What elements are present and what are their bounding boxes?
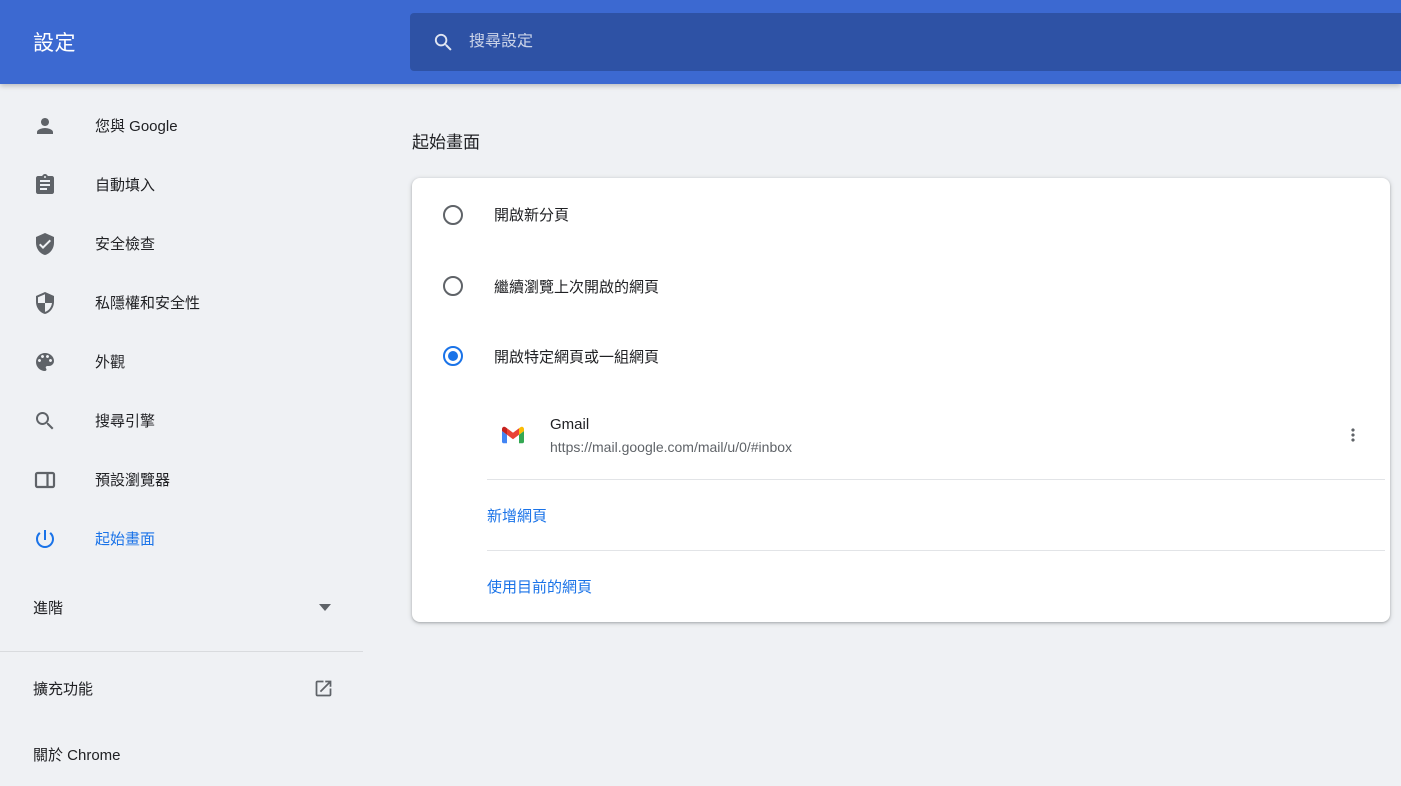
person-icon	[33, 114, 57, 138]
page-title: 設定	[33, 0, 76, 84]
sidebar-item-autofill[interactable]: 自動填入	[0, 155, 363, 214]
startup-option-new-tab[interactable]: 開啟新分頁	[412, 178, 1390, 251]
startup-settings-card: 開啟新分頁 繼續瀏覽上次開啟的網頁 開啟特定網頁或一組網頁 Gmail	[412, 178, 1390, 622]
shield-icon	[33, 291, 57, 315]
palette-icon	[33, 350, 57, 374]
option-label: 繼續瀏覽上次開啟的網頁	[494, 276, 659, 297]
radio-unselected-icon[interactable]	[443, 276, 463, 296]
sidebar-item-safety-check[interactable]: 安全檢查	[0, 214, 363, 273]
radio-unselected-icon[interactable]	[443, 205, 463, 225]
startup-option-specific-pages[interactable]: 開啟特定網頁或一組網頁	[412, 321, 1390, 391]
open-in-new-icon	[313, 678, 334, 699]
sidebar-item-label: 擴充功能	[33, 678, 93, 699]
search-box[interactable]	[410, 13, 1401, 71]
add-page-row: 新增網頁	[412, 480, 1390, 550]
search-input[interactable]	[469, 33, 1381, 51]
section-title: 起始畫面	[412, 128, 480, 153]
radio-selected-icon[interactable]	[443, 346, 463, 366]
sidebar-item-on-startup[interactable]: 起始畫面	[0, 509, 363, 568]
sidebar-item-label: 預設瀏覽器	[95, 469, 170, 490]
sidebar-item-label: 搜尋引擎	[95, 410, 155, 431]
advanced-label: 進階	[33, 597, 63, 618]
sidebar-item-label: 您與 Google	[95, 115, 178, 136]
sidebar-item-label: 關於 Chrome	[33, 744, 121, 765]
more-actions-button[interactable]	[1337, 419, 1369, 451]
sidebar-item-extensions[interactable]: 擴充功能	[0, 658, 363, 718]
use-current-pages-button[interactable]: 使用目前的網頁	[487, 576, 592, 597]
sidebar-divider	[0, 651, 363, 652]
sidebar-item-label: 起始畫面	[95, 528, 155, 549]
sidebar-item-search-engine[interactable]: 搜尋引擎	[0, 391, 363, 450]
startup-option-continue[interactable]: 繼續瀏覽上次開啟的網頁	[412, 251, 1390, 321]
add-page-button[interactable]: 新增網頁	[487, 505, 547, 526]
browser-icon	[33, 468, 57, 492]
startup-page-row: Gmail https://mail.google.com/mail/u/0/#…	[412, 391, 1390, 479]
sidebar-item-about-chrome[interactable]: 關於 Chrome	[0, 724, 363, 784]
startup-page-title: Gmail	[550, 416, 792, 433]
chevron-down-icon	[319, 604, 331, 611]
sidebar: 您與 Google 自動填入 安全檢查 私隱權和安全性 外觀 搜尋引擎 預設瀏覽…	[0, 84, 363, 786]
gmail-icon	[502, 424, 524, 446]
shield-check-icon	[33, 232, 57, 256]
sidebar-item-label: 外觀	[95, 351, 125, 372]
sidebar-item-default-browser[interactable]: 預設瀏覽器	[0, 450, 363, 509]
option-label: 開啟特定網頁或一組網頁	[494, 346, 659, 367]
power-icon	[33, 527, 57, 551]
sidebar-item-label: 安全檢查	[95, 233, 155, 254]
startup-page-url: https://mail.google.com/mail/u/0/#inbox	[550, 439, 792, 455]
header-bar: 設定	[0, 0, 1401, 84]
sidebar-item-privacy-security[interactable]: 私隱權和安全性	[0, 273, 363, 332]
option-label: 開啟新分頁	[494, 204, 569, 225]
search-icon	[432, 31, 455, 54]
use-current-pages-row: 使用目前的網頁	[412, 551, 1390, 622]
sidebar-item-you-and-google[interactable]: 您與 Google	[0, 96, 363, 155]
sidebar-advanced-toggle[interactable]: 進階	[0, 578, 363, 637]
main-content: 起始畫面 開啟新分頁 繼續瀏覽上次開啟的網頁 開啟特定網頁或一組網頁	[363, 84, 1401, 786]
search-icon	[33, 409, 57, 433]
sidebar-item-appearance[interactable]: 外觀	[0, 332, 363, 391]
more-vert-icon	[1343, 425, 1363, 445]
sidebar-item-label: 私隱權和安全性	[95, 292, 200, 313]
clipboard-icon	[33, 173, 57, 197]
sidebar-item-label: 自動填入	[95, 174, 155, 195]
